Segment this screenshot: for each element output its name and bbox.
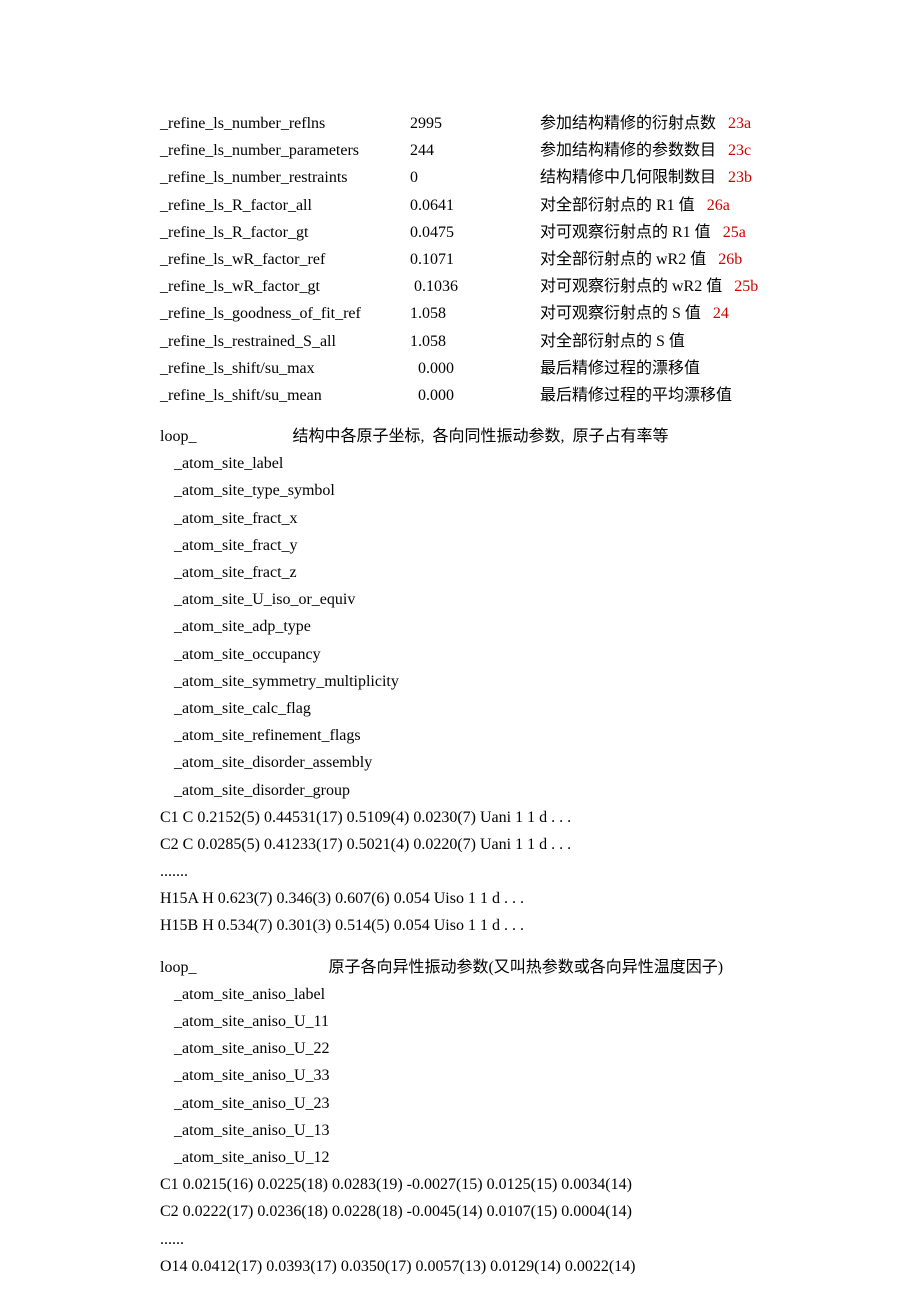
cif-value: 1.058 [410, 300, 540, 327]
loop-field: _atom_site_type_symbol [160, 477, 920, 504]
refine-row: _refine_ls_shift/su_max 0.000最后精修过程的漂移值 [160, 355, 920, 382]
loop-field: _atom_site_aniso_U_11 [160, 1008, 920, 1035]
loop-head: loop_ [160, 428, 196, 445]
loop-aniso: loop_ 原子各向异性振动参数(又叫热参数或各向异性温度因子) _atom_s… [160, 954, 920, 1280]
cif-value: 0.000 [410, 382, 540, 409]
cif-desc: 参加结构精修的衍射点数 [540, 110, 716, 137]
cif-ref: 25b [722, 278, 758, 295]
cif-value: 244 [410, 137, 540, 164]
cif-desc: 对全部衍射点的 S 值 [540, 328, 685, 355]
cif-desc: 参加结构精修的参数数目 [540, 137, 716, 164]
cif-desc: 对可观察衍射点的 S 值 [540, 300, 701, 327]
cif-desc: 结构精修中几何限制数目 [540, 164, 716, 191]
loop-comment: 原子各向异性振动参数(又叫热参数或各向异性温度因子) [328, 959, 723, 976]
cif-value: 0 [410, 164, 540, 191]
refine-row: _refine_ls_R_factor_gt0.0475对可观察衍射点的 R1 … [160, 219, 920, 246]
loop-data-row: C1 0.0215(16) 0.0225(18) 0.0283(19) -0.0… [160, 1171, 920, 1198]
cif-value: 2995 [410, 110, 540, 137]
loop-field: _atom_site_fract_y [160, 532, 920, 559]
refine-row: _refine_ls_wR_factor_ref0.1071对全部衍射点的 wR… [160, 246, 920, 273]
cif-key: _refine_ls_wR_factor_gt [160, 273, 410, 300]
loop-field: _atom_site_fract_z [160, 559, 920, 586]
loop-atom-site: loop_ 结构中各原子坐标, 各向同性振动参数, 原子占有率等 _atom_s… [160, 423, 920, 940]
loop-data-row: C2 C 0.0285(5) 0.41233(17) 0.5021(4) 0.0… [160, 831, 920, 858]
cif-key: _refine_ls_shift/su_mean [160, 382, 410, 409]
refine-row: _refine_ls_shift/su_mean 0.000最后精修过程的平均漂… [160, 382, 920, 409]
loop-field: _atom_site_occupancy [160, 641, 920, 668]
refine-parameter-table: _refine_ls_number_reflns2995参加结构精修的衍射点数 … [160, 110, 920, 409]
cif-key: _refine_ls_number_reflns [160, 110, 410, 137]
loop-data-row: ...... [160, 1226, 920, 1253]
cif-value: 1.058 [410, 328, 540, 355]
loop-field: _atom_site_aniso_U_13 [160, 1117, 920, 1144]
cif-value: 0.0641 [410, 192, 540, 219]
loop-head: loop_ [160, 959, 196, 976]
cif-key: _refine_ls_R_factor_gt [160, 219, 410, 246]
cif-ref: 23c [716, 142, 751, 159]
cif-key: _refine_ls_shift/su_max [160, 355, 410, 382]
loop-field: _atom_site_calc_flag [160, 695, 920, 722]
loop-field: _atom_site_refinement_flags [160, 722, 920, 749]
loop-field: _atom_site_disorder_group [160, 777, 920, 804]
cif-ref: 26b [706, 251, 742, 268]
loop-field: _atom_site_disorder_assembly [160, 749, 920, 776]
cif-desc: 最后精修过程的漂移值 [540, 355, 700, 382]
cif-key: _refine_ls_wR_factor_ref [160, 246, 410, 273]
loop-data-row: O14 0.0412(17) 0.0393(17) 0.0350(17) 0.0… [160, 1253, 920, 1280]
loop-field: _atom_site_symmetry_multiplicity [160, 668, 920, 695]
loop-data-row: H15B H 0.534(7) 0.301(3) 0.514(5) 0.054 … [160, 912, 920, 939]
loop-field: _atom_site_aniso_U_12 [160, 1144, 920, 1171]
refine-row: _refine_ls_restrained_S_all1.058对全部衍射点的 … [160, 328, 920, 355]
loop-field: _atom_site_aniso_U_33 [160, 1062, 920, 1089]
cif-desc: 对全部衍射点的 wR2 值 [540, 246, 706, 273]
loop-data-row: H15A H 0.623(7) 0.346(3) 0.607(6) 0.054 … [160, 885, 920, 912]
refine-row: _refine_ls_goodness_of_fit_ref1.058对可观察衍… [160, 300, 920, 327]
cif-ref: 26a [695, 197, 730, 214]
cif-ref: 23b [716, 169, 752, 186]
cif-ref: 25a [711, 224, 746, 241]
cif-key: _refine_ls_restrained_S_all [160, 328, 410, 355]
loop-field: _atom_site_label [160, 450, 920, 477]
cif-value: 0.1071 [410, 246, 540, 273]
cif-value: 0.0475 [410, 219, 540, 246]
loop-field: _atom_site_U_iso_or_equiv [160, 586, 920, 613]
refine-row: _refine_ls_number_reflns2995参加结构精修的衍射点数 … [160, 110, 920, 137]
cif-value: 0.000 [410, 355, 540, 382]
loop-field: _atom_site_aniso_label [160, 981, 920, 1008]
loop-field: _atom_site_adp_type [160, 613, 920, 640]
cif-key: _refine_ls_number_parameters [160, 137, 410, 164]
cif-desc: 对全部衍射点的 R1 值 [540, 192, 695, 219]
cif-ref: 23a [716, 115, 751, 132]
cif-desc: 对可观察衍射点的 wR2 值 [540, 273, 722, 300]
loop-field: _atom_site_fract_x [160, 505, 920, 532]
loop-comment: 结构中各原子坐标, 各向同性振动参数, 原子占有率等 [292, 428, 668, 445]
loop-data-row: ....... [160, 858, 920, 885]
cif-desc: 对可观察衍射点的 R1 值 [540, 219, 711, 246]
cif-desc: 最后精修过程的平均漂移值 [540, 382, 732, 409]
cif-key: _refine_ls_goodness_of_fit_ref [160, 300, 410, 327]
cif-ref: 24 [701, 305, 729, 322]
loop-data-row: C2 0.0222(17) 0.0236(18) 0.0228(18) -0.0… [160, 1198, 920, 1225]
refine-row: _refine_ls_number_restraints0结构精修中几何限制数目… [160, 164, 920, 191]
refine-row: _refine_ls_number_parameters244参加结构精修的参数… [160, 137, 920, 164]
refine-row: _refine_ls_wR_factor_gt 0.1036对可观察衍射点的 w… [160, 273, 920, 300]
loop-field: _atom_site_aniso_U_23 [160, 1090, 920, 1117]
refine-row: _refine_ls_R_factor_all0.0641对全部衍射点的 R1 … [160, 192, 920, 219]
cif-key: _refine_ls_R_factor_all [160, 192, 410, 219]
loop-field: _atom_site_aniso_U_22 [160, 1035, 920, 1062]
cif-value: 0.1036 [410, 273, 540, 300]
loop-data-row: C1 C 0.2152(5) 0.44531(17) 0.5109(4) 0.0… [160, 804, 920, 831]
cif-key: _refine_ls_number_restraints [160, 164, 410, 191]
